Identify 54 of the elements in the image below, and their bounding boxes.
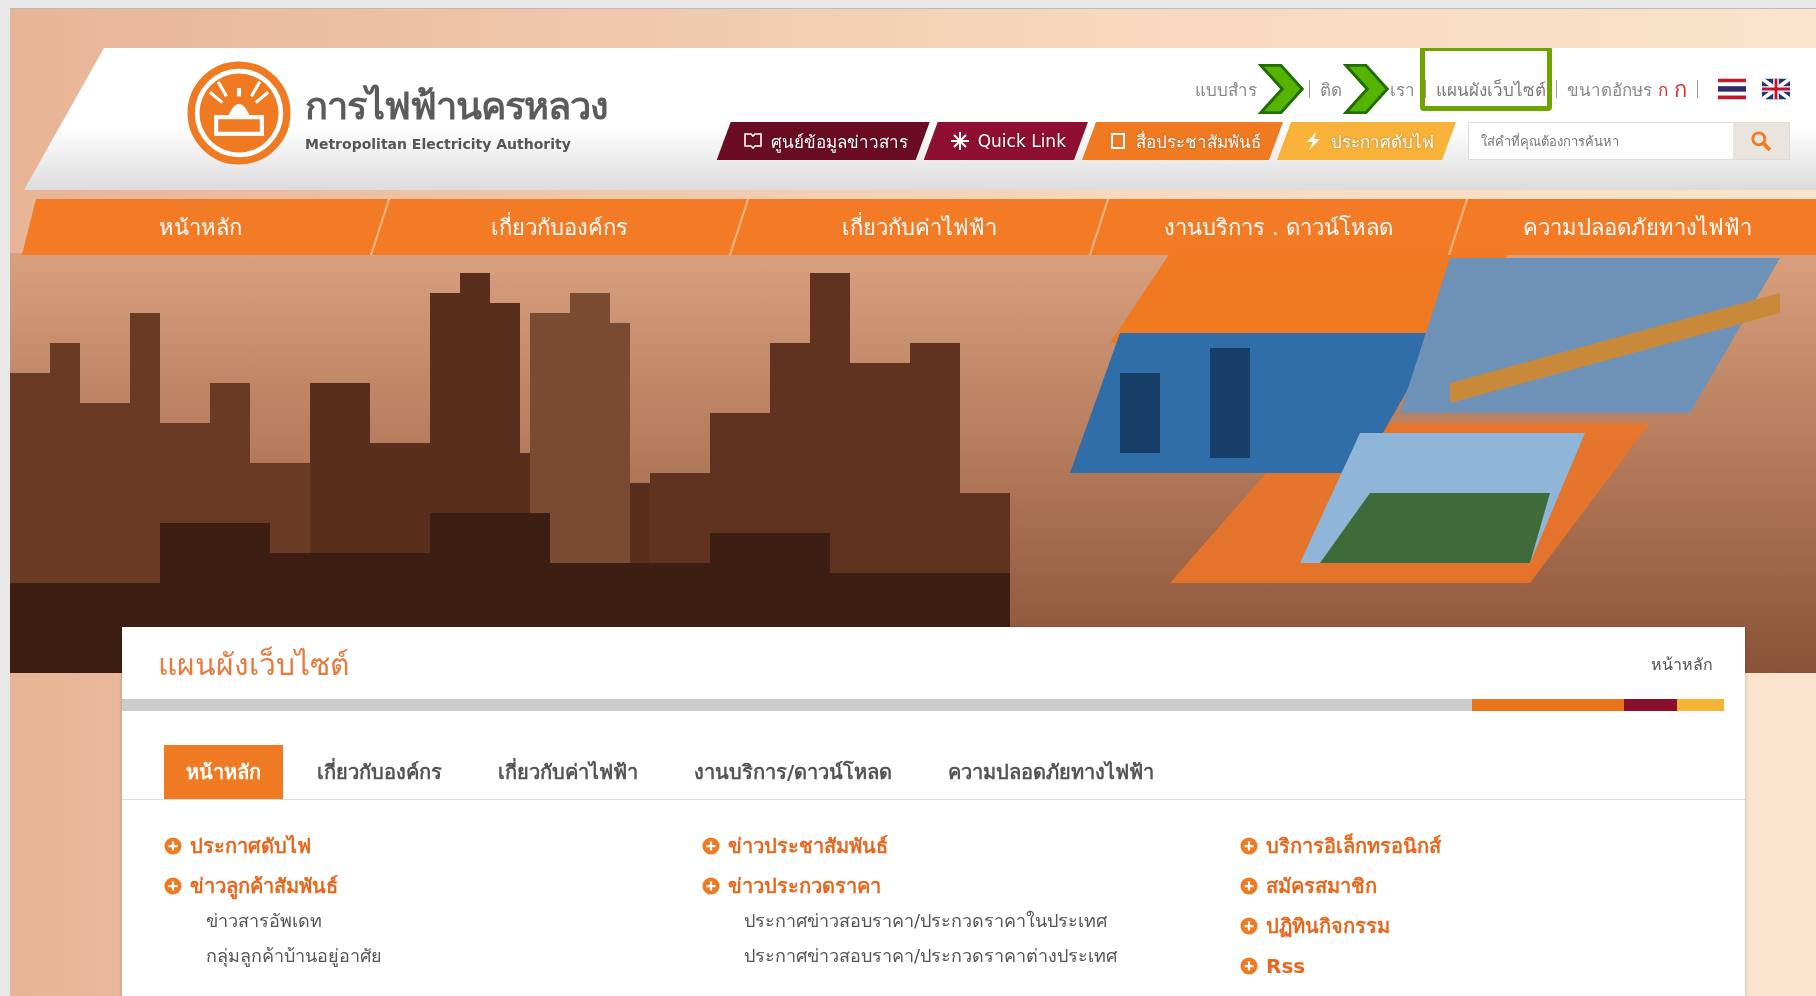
organization-name: การไฟฟ้านครหลวง — [305, 82, 608, 130]
sitemap-tab[interactable]: ความปลอดภัยทางไฟฟ้า — [926, 745, 1177, 799]
nav-link[interactable]: ความปลอดภัยทางไฟฟ้า — [1458, 209, 1816, 245]
plus-circle-icon — [1240, 837, 1258, 855]
header-link[interactable]: ขนาดอักษร — [1567, 75, 1652, 103]
square-icon — [1108, 131, 1128, 151]
quick-bar-tab[interactable]: ศูนย์ข้อมูลข่าวสาร — [716, 122, 930, 160]
sitemap-link[interactable]: ปฏิทินกิจกรรม — [1266, 910, 1390, 942]
sitemap-link[interactable]: สมัครสมาชิก — [1266, 870, 1377, 902]
book-icon — [742, 131, 763, 151]
breadcrumb-link[interactable]: หน้าหลัก — [1651, 651, 1713, 677]
sitemap-tab[interactable]: เกี่ยวกับค่าไฟฟ้า — [476, 745, 660, 799]
nav-link[interactable]: หน้าหลัก — [22, 209, 380, 245]
thai-flag-icon — [1718, 78, 1746, 100]
sitemap-sublink[interactable]: กลุ่มลูกค้าบ้านอยู่อาศัย — [164, 941, 702, 976]
search-field[interactable]: ใส่คำที่คุณต้องการค้นหา — [1468, 122, 1790, 160]
page-title: แผนผังเว็บไซต์ — [158, 645, 349, 684]
header-link[interactable]: แบบสำร — [1195, 75, 1257, 103]
header-link[interactable]: เรา — [1390, 75, 1415, 103]
plus-circle-icon — [164, 877, 182, 895]
plus-circle-icon — [702, 837, 720, 855]
sitemap-tab[interactable]: งานบริการ/ดาวน์โหลด — [672, 745, 915, 799]
quick-bar-tab[interactable]: ประกาศดับไฟ — [1277, 122, 1456, 160]
plus-circle-icon — [1240, 957, 1258, 975]
sitemap-link[interactable]: บริการอิเล็กทรอนิกส์ — [1266, 830, 1441, 862]
nav-link[interactable]: เกี่ยวกับค่าไฟฟ้า — [740, 209, 1098, 245]
sitemap-link[interactable]: ประกาศดับไฟ — [190, 830, 311, 862]
search-button[interactable] — [1733, 123, 1789, 159]
nav-link[interactable]: เกี่ยวกับองค์กร — [381, 209, 739, 245]
font-size-link[interactable]: ก — [1674, 71, 1687, 107]
sitemap-tab[interactable]: เกี่ยวกับองค์กร — [295, 745, 464, 799]
logo-emblem-icon — [187, 61, 291, 165]
nav-link[interactable]: งานบริการ . ดาวน์โหลด — [1099, 209, 1457, 245]
quick-bar-tab[interactable]: สื่อประชาสัมพันธ์ — [1082, 122, 1283, 160]
sitemap-link[interactable]: ข่าวลูกค้าสัมพันธ์ — [190, 870, 338, 902]
sitemap-tab[interactable]: หน้าหลัก — [164, 745, 283, 799]
plus-circle-icon — [1240, 877, 1258, 895]
font-size-link[interactable]: ก — [1658, 75, 1668, 103]
sitemap-sublink[interactable]: ข่าวสารอัพเดท — [164, 906, 702, 941]
sitemap-link[interactable]: ข่าวประชาสัมพันธ์ — [728, 830, 888, 862]
plus-circle-icon — [1240, 917, 1258, 935]
plus-circle-icon — [164, 837, 182, 855]
header-link[interactable]: แผนผังเว็บไซต์ — [1436, 75, 1546, 103]
header-link[interactable]: ติด — [1320, 75, 1342, 103]
quick-bar-tab[interactable]: Quick Link — [923, 122, 1088, 160]
search-icon — [1750, 130, 1772, 152]
sitemap-link[interactable]: Rss — [1266, 954, 1306, 978]
sitemap-sublink[interactable]: ประกาศข่าวสอบราคา/ประกวดราคาต่างประเทศ — [702, 941, 1240, 976]
organization-subtitle: Metropolitan Electricity Authority — [305, 135, 572, 152]
sitemap-sublink[interactable]: ประกาศข่าวสอบราคา/ประกวดราคาในประเทศ — [702, 906, 1240, 941]
sitemap-link[interactable]: ข่าวประกวดราคา — [728, 870, 881, 902]
uk-flag-icon — [1762, 78, 1790, 100]
plus-circle-icon — [702, 877, 720, 895]
sparkle-icon — [949, 131, 970, 151]
